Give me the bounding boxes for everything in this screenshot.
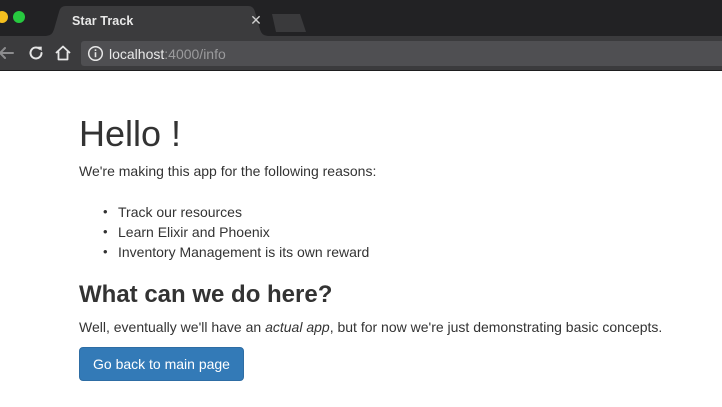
description-paragraph: Well, eventually we'll have an actual ap…	[79, 319, 662, 335]
list-item: Inventory Management is its own reward	[79, 242, 369, 262]
list-item: Track our resources	[79, 202, 369, 222]
intro-text: We're making this app for the following …	[79, 163, 377, 179]
close-icon[interactable]: ✕	[249, 13, 263, 27]
page-title: Hello !	[79, 113, 182, 154]
info-icon[interactable]	[87, 45, 104, 62]
url-path: :4000/info	[164, 46, 226, 62]
new-tab-button[interactable]	[272, 14, 308, 32]
url-text[interactable]: localhost:4000/info	[109, 46, 226, 62]
paragraph-text-start: Well, eventually we'll have an	[79, 319, 266, 335]
reload-icon[interactable]	[26, 43, 46, 63]
section-heading: What can we do here?	[79, 281, 333, 308]
home-icon[interactable]	[53, 43, 73, 63]
browser-tab-active[interactable]: Star Track ✕	[44, 6, 270, 36]
list-item: Learn Elixir and Phoenix	[79, 222, 369, 242]
browser-tab-strip: Star Track ✕	[0, 0, 722, 36]
tab-title: Star Track	[72, 14, 134, 28]
browser-toolbar: localhost:4000/info	[0, 36, 722, 71]
back-to-main-button[interactable]: Go back to main page	[79, 347, 244, 381]
zoom-window-button[interactable]	[13, 11, 25, 23]
back-arrow-icon[interactable]	[0, 43, 16, 63]
url-host: localhost	[109, 46, 165, 62]
reasons-list: Track our resources Learn Elixir and Pho…	[79, 202, 369, 262]
paragraph-emphasis: actual app	[265, 319, 330, 335]
paragraph-text-end: , but for now we're just demonstrating b…	[329, 319, 663, 335]
address-bar[interactable]: localhost:4000/info	[81, 41, 722, 66]
minimize-window-button[interactable]	[0, 11, 8, 23]
